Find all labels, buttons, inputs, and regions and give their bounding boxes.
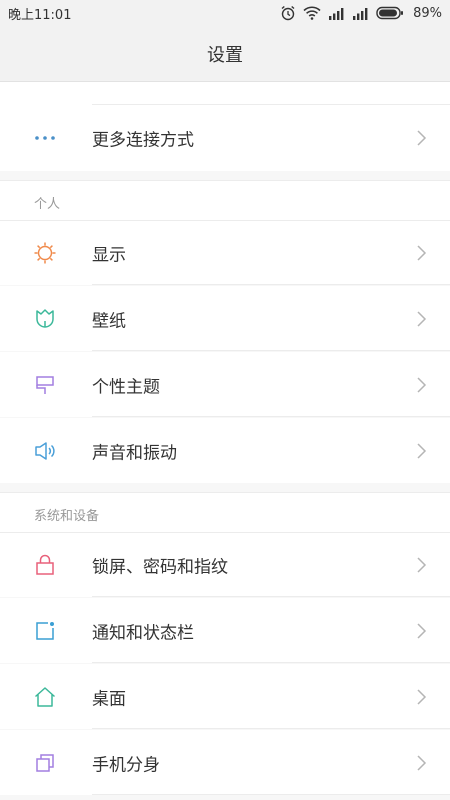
notification-icon bbox=[31, 617, 59, 645]
chevron-right-icon bbox=[417, 557, 427, 573]
section-title: 个人 bbox=[34, 197, 61, 212]
settings-item-label: 锁屏、密码和指纹 bbox=[92, 557, 228, 578]
divider bbox=[92, 416, 450, 417]
settings-item-notifications[interactable]: 通知和状态栏 bbox=[0, 598, 450, 663]
settings-item-sound[interactable]: 声音和振动 bbox=[0, 418, 450, 483]
sun-icon bbox=[31, 239, 59, 267]
battery-percent: 89% bbox=[413, 5, 442, 21]
chevron-right-icon bbox=[417, 129, 427, 146]
home-icon bbox=[31, 683, 59, 711]
brush-icon bbox=[31, 371, 59, 399]
chevron-right-icon bbox=[417, 754, 427, 771]
wifi-icon bbox=[303, 6, 321, 20]
settings-item-label: 更多连接方式 bbox=[92, 130, 194, 150]
settings-item-themes[interactable]: 个性主题 bbox=[0, 352, 450, 417]
connection-group: 更多连接方式 bbox=[0, 82, 450, 171]
settings-item-wallpaper[interactable]: 壁纸 bbox=[0, 286, 450, 351]
settings-item-lock-screen[interactable]: 锁屏、密码和指纹 bbox=[0, 532, 450, 597]
chevron-right-icon bbox=[417, 376, 427, 393]
chevron-right-icon bbox=[417, 310, 427, 327]
chevron-right-icon bbox=[417, 245, 427, 261]
section-title: 系统和设备 bbox=[34, 509, 100, 524]
title-bar: 设置 bbox=[0, 26, 450, 82]
signal-icon bbox=[329, 7, 344, 20]
chevron-right-icon bbox=[417, 622, 427, 639]
alarm-icon bbox=[281, 5, 295, 21]
more-dots-icon bbox=[31, 124, 59, 152]
status-icons: 89% bbox=[280, 5, 442, 21]
settings-item-label: 显示 bbox=[92, 245, 126, 266]
status-bar: 晚上11:01 89% bbox=[0, 0, 450, 26]
tulip-icon bbox=[31, 305, 59, 333]
settings-item-label: 通知和状态栏 bbox=[92, 623, 194, 643]
divider bbox=[92, 662, 450, 663]
settings-item-more-connections[interactable]: 更多连接方式 bbox=[0, 105, 450, 170]
settings-item-label: 壁纸 bbox=[92, 311, 126, 331]
status-time: 晚上11:01 bbox=[8, 7, 72, 23]
battery-icon bbox=[376, 6, 404, 20]
chevron-right-icon bbox=[417, 688, 427, 705]
settings-item-label: 个性主题 bbox=[92, 377, 160, 397]
settings-item-label: 桌面 bbox=[92, 689, 126, 709]
settings-item-second-space[interactable]: 手机分身 bbox=[0, 730, 450, 795]
settings-item-display[interactable]: 显示 bbox=[0, 220, 450, 285]
page-title: 设置 bbox=[207, 44, 243, 66]
chevron-right-icon bbox=[417, 442, 427, 459]
divider bbox=[92, 728, 450, 729]
lock-icon bbox=[31, 551, 59, 579]
settings-item-label: 手机分身 bbox=[92, 755, 160, 775]
speaker-icon bbox=[31, 437, 59, 465]
divider bbox=[92, 284, 450, 285]
divider bbox=[92, 350, 450, 351]
divider bbox=[92, 596, 450, 597]
settings-item-home-screen[interactable]: 桌面 bbox=[0, 664, 450, 729]
settings-item-label: 声音和振动 bbox=[92, 443, 177, 463]
dual-icon bbox=[31, 749, 59, 777]
divider bbox=[92, 794, 450, 795]
section-header-personal: 个人 bbox=[0, 180, 450, 220]
section-header-system: 系统和设备 bbox=[0, 492, 450, 532]
signal-icon bbox=[353, 7, 368, 20]
